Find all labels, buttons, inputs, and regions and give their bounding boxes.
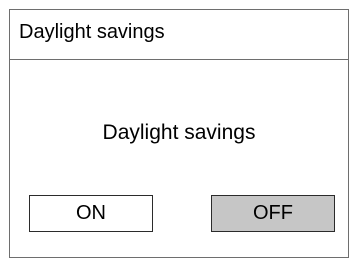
on-button[interactable]: ON bbox=[29, 195, 153, 232]
setting-heading: Daylight savings bbox=[102, 121, 256, 144]
dialog-title: Daylight savings bbox=[19, 21, 165, 43]
daylight-savings-dialog: Daylight savings Daylight savings ON OFF bbox=[9, 9, 349, 258]
off-button[interactable]: OFF bbox=[211, 195, 335, 232]
dialog-title-bar: Daylight savings bbox=[10, 10, 348, 60]
